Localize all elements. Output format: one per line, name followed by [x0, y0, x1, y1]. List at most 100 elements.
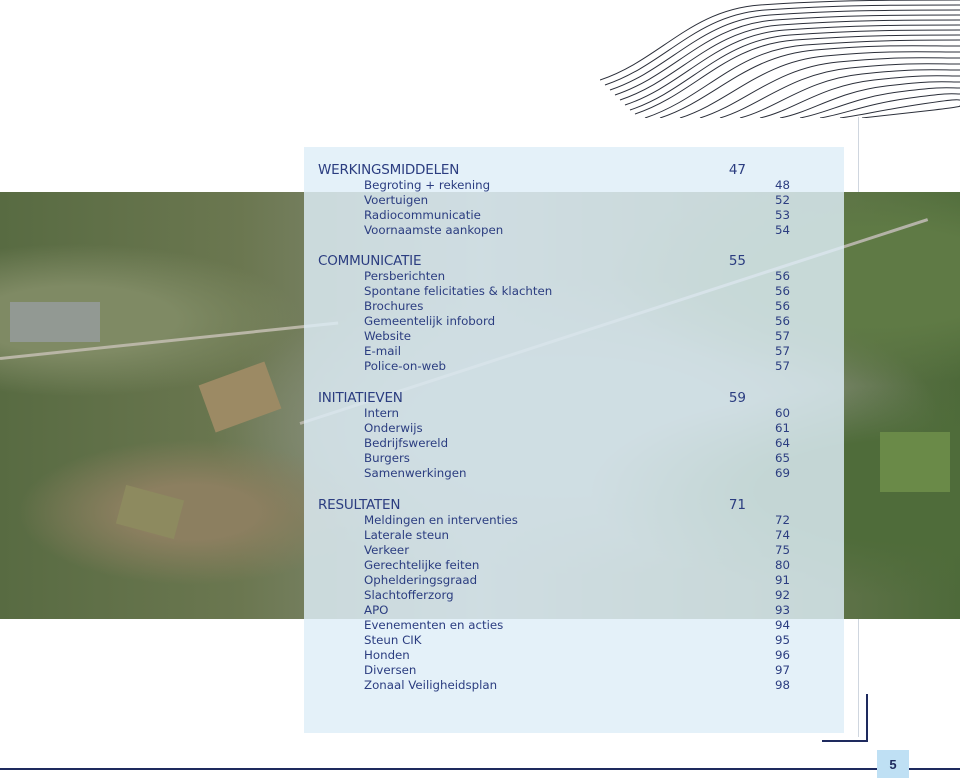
- toc-section-title: WERKINGSMIDDELEN: [318, 162, 460, 178]
- toc-entry-page: 91: [774, 573, 790, 587]
- toc-entry-label: Persberichten: [364, 269, 446, 283]
- toc-entry: Onderwijs 61: [364, 421, 790, 436]
- toc-entry: Samenwerkingen 69: [364, 466, 790, 481]
- page-number: 5: [877, 750, 909, 778]
- footer-rule: [0, 768, 960, 770]
- toc-entry: Slachtofferzorg 92: [364, 588, 790, 603]
- toc-entry: E-mail 57: [364, 344, 790, 359]
- toc-entry-page: 56: [774, 284, 790, 298]
- toc-entry-page: 92: [774, 588, 790, 602]
- corner-mark-horizontal: [822, 740, 868, 742]
- toc-section-page: 59: [728, 390, 746, 406]
- toc-entry: Voertuigen 52: [364, 193, 790, 208]
- toc-entry-page: 72: [774, 513, 790, 527]
- toc-entry-page: 97: [774, 663, 790, 677]
- toc-entry: Intern 60: [364, 406, 790, 421]
- toc-entry: Voornaamste aankopen 54: [364, 223, 790, 238]
- toc-entry-label: Meldingen en interventies: [364, 513, 518, 527]
- toc-section-title: INITIATIEVEN: [318, 390, 403, 406]
- toc-entry: Laterale steun 74: [364, 528, 790, 543]
- toc-entry-label: Slachtofferzorg: [364, 588, 454, 602]
- aerial-urban-area: [10, 302, 100, 342]
- toc-entry: Gerechtelijke feiten 80: [364, 558, 790, 573]
- toc-entry-label: Ophelderingsgraad: [364, 573, 478, 587]
- aerial-field: [880, 432, 950, 492]
- toc-entry: Persberichten 56: [364, 269, 790, 284]
- toc-entry-page: 98: [774, 678, 790, 692]
- decorative-wave-lines: [600, 0, 960, 118]
- toc-entry-label: Spontane felicitaties & klachten: [364, 284, 553, 298]
- toc-entry-label: Laterale steun: [364, 528, 450, 542]
- toc-entry: Police-on-web 57: [364, 359, 790, 374]
- toc-entry: Verkeer 75: [364, 543, 790, 558]
- toc-entry-label: Voornaamste aankopen: [364, 223, 504, 237]
- toc-entry: Gemeentelijk infobord 56: [364, 314, 790, 329]
- toc-entry-label: Begroting + rekening: [364, 178, 491, 192]
- toc-entry: Brochures 56: [364, 299, 790, 314]
- toc-entry-label: Voertuigen: [364, 193, 429, 207]
- toc-section-page: 55: [728, 253, 746, 269]
- toc-entry: Evenementen en acties 94: [364, 618, 790, 633]
- toc-entry: Zonaal Veiligheidsplan 98: [364, 678, 790, 693]
- table-of-contents: WERKINGSMIDDELEN 47 Begroting + rekening 48…: [304, 147, 844, 733]
- toc-entry: Burgers 65: [364, 451, 790, 466]
- toc-section-page: 71: [728, 497, 746, 513]
- toc-entry-page: 52: [774, 193, 790, 207]
- toc-entry: APO 93: [364, 603, 790, 618]
- toc-entry-label: Intern: [364, 406, 399, 420]
- aerial-field: [115, 484, 185, 540]
- toc-entry-page: 60: [774, 406, 790, 420]
- toc-entry-page: 56: [774, 299, 790, 313]
- toc-entry-page: 53: [774, 208, 790, 222]
- toc-entry-label: Steun CIK: [364, 633, 422, 647]
- corner-mark-vertical: [866, 694, 868, 742]
- toc-entry-label: Zonaal Veiligheidsplan: [364, 678, 498, 692]
- toc-entry-page: 61: [774, 421, 790, 435]
- toc-entry-page: 57: [774, 344, 790, 358]
- toc-entry-page: 54: [774, 223, 790, 237]
- toc-entry-page: 57: [774, 359, 790, 373]
- toc-entry-label: Samenwerkingen: [364, 466, 467, 480]
- toc-entry: Website 57: [364, 329, 790, 344]
- toc-entry-label: Burgers: [364, 451, 410, 465]
- toc-entry-label: Gerechtelijke feiten: [364, 558, 480, 572]
- toc-entry-label: Brochures: [364, 299, 424, 313]
- aerial-field: [198, 361, 282, 433]
- toc-entry-label: Bedrijfswereld: [364, 436, 449, 450]
- toc-entry: Spontane felicitaties & klachten 56: [364, 284, 790, 299]
- toc-entry-page: 95: [774, 633, 790, 647]
- toc-entry: Ophelderingsgraad 91: [364, 573, 790, 588]
- toc-entry-page: 94: [774, 618, 790, 632]
- toc-entry-page: 65: [774, 451, 790, 465]
- toc-entry-page: 69: [774, 466, 790, 480]
- toc-entry-page: 75: [774, 543, 790, 557]
- toc-entry: Honden 96: [364, 648, 790, 663]
- toc-entry-label: Website: [364, 329, 412, 343]
- toc-entry: Steun CIK 95: [364, 633, 790, 648]
- toc-entry-label: Honden: [364, 648, 410, 662]
- toc-entry-label: Evenementen en acties: [364, 618, 504, 632]
- toc-entry-page: 93: [774, 603, 790, 617]
- toc-section-title: RESULTATEN: [318, 497, 401, 513]
- toc-entry-label: Diversen: [364, 663, 417, 677]
- toc-entry-page: 80: [774, 558, 790, 572]
- toc-entry-label: Verkeer: [364, 543, 410, 557]
- toc-entry-label: Radiocommunicatie: [364, 208, 481, 222]
- toc-entry-label: Onderwijs: [364, 421, 423, 435]
- toc-entry: Begroting + rekening 48: [364, 178, 790, 193]
- toc-entry-page: 48: [774, 178, 790, 192]
- toc-entry: Radiocommunicatie 53: [364, 208, 790, 223]
- toc-entry-page: 74: [774, 528, 790, 542]
- toc-entry-label: APO: [364, 603, 389, 617]
- toc-section-title: COMMUNICATIE: [318, 253, 422, 269]
- toc-entry-label: E-mail: [364, 344, 401, 358]
- toc-entry-page: 57: [774, 329, 790, 343]
- toc-entry-page: 56: [774, 314, 790, 328]
- toc-entry: Bedrijfswereld 64: [364, 436, 790, 451]
- toc-section-page: 47: [728, 162, 746, 178]
- toc-entry-page: 96: [774, 648, 790, 662]
- toc-entry-page: 56: [774, 269, 790, 283]
- toc-entry-label: Gemeentelijk infobord: [364, 314, 496, 328]
- toc-entry: Diversen 97: [364, 663, 790, 678]
- toc-entry-page: 64: [774, 436, 790, 450]
